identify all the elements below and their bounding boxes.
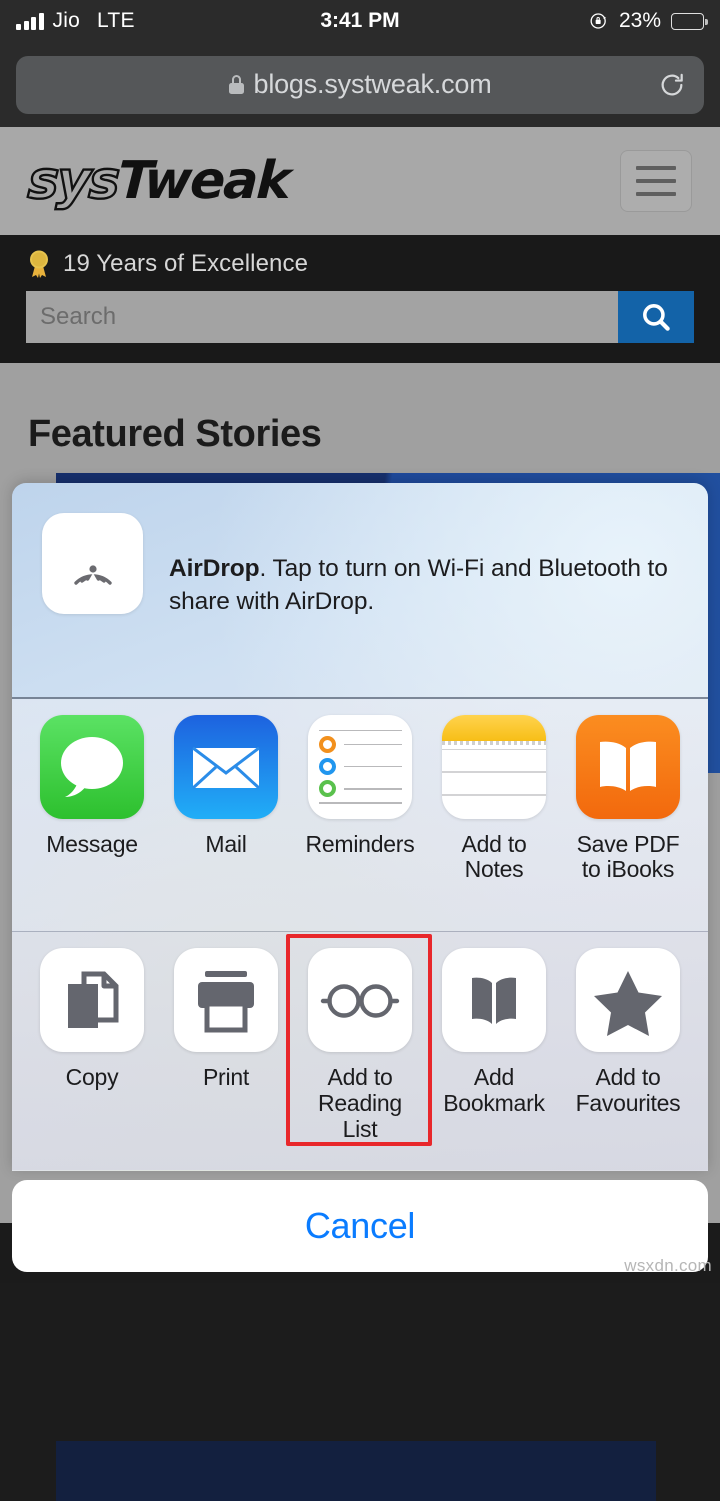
action-label: Add to Favourites	[575, 1064, 681, 1116]
reminders-list	[308, 715, 412, 819]
reminders-line	[319, 735, 402, 753]
glasses-icon-tile	[308, 948, 412, 1052]
speech-bubble-icon	[61, 736, 123, 797]
site-utility-band: 19 Years of Excellence	[0, 235, 720, 363]
printer-icon	[198, 971, 254, 1033]
bookmark-icon-tile	[442, 948, 546, 1052]
hamburger-line	[636, 179, 676, 183]
signal-strength-icon	[16, 12, 44, 30]
share-apps-row: Message Mail Reminders Add to Notes Save…	[12, 698, 708, 931]
site-logo[interactable]: sys Tweak	[25, 150, 291, 212]
share-actions-row: Copy Print Add to Reading List Add Bookm…	[12, 932, 708, 1170]
tagline: 19 Years of Excellence	[26, 235, 694, 279]
browser-toolbar: blogs.systweak.com	[0, 42, 720, 127]
battery-percent-label: 23%	[618, 9, 661, 32]
hamburger-menu-button[interactable]	[620, 150, 692, 212]
divider	[12, 697, 708, 699]
ibooks-icon	[576, 714, 680, 819]
notes-ruled-lines	[442, 748, 546, 817]
action-copy[interactable]: Copy	[30, 948, 154, 1170]
airdrop-title: AirDrop	[169, 555, 260, 582]
star-icon	[594, 971, 662, 1036]
watermark: wsxdn.com	[624, 1256, 712, 1275]
action-add-bookmark[interactable]: Add Bookmark	[432, 948, 556, 1170]
messages-icon	[40, 714, 144, 819]
status-bar-left: Jio LTE	[16, 9, 135, 33]
copy-icon	[68, 971, 119, 1028]
action-label: Add Bookmark	[443, 1064, 545, 1116]
site-search	[26, 291, 694, 343]
open-book-icon	[472, 977, 516, 1024]
action-add-to-favourites[interactable]: Add to Favourites	[566, 948, 690, 1170]
share-target-mail[interactable]: Mail	[164, 714, 288, 931]
share-target-reminders[interactable]: Reminders	[298, 714, 422, 931]
address-bar-content: blogs.systweak.com	[228, 69, 492, 100]
reminders-icon	[308, 714, 412, 819]
airdrop-icon	[73, 564, 112, 587]
share-target-label: Message	[46, 830, 138, 857]
glasses-icon	[320, 984, 400, 1018]
share-target-label: Save PDF to iBooks	[576, 830, 680, 883]
action-label: Print	[202, 1064, 250, 1090]
carrier-label: Jio	[52, 9, 80, 32]
envelope-icon	[191, 746, 261, 789]
reminders-dot-orange	[319, 735, 336, 753]
divider	[12, 930, 708, 932]
featured-story-banner-secondary[interactable]	[56, 1441, 656, 1501]
mail-icon	[174, 714, 278, 819]
copy-icon-tile	[40, 948, 144, 1052]
lock-icon	[228, 75, 244, 94]
address-bar[interactable]: blogs.systweak.com	[16, 55, 704, 114]
printer-icon-tile	[174, 948, 278, 1052]
reminders-dot-green	[319, 780, 336, 798]
reminders-line	[319, 780, 402, 798]
open-book-icon	[600, 741, 656, 791]
hamburger-line	[636, 166, 676, 170]
action-add-to-reading-list[interactable]: Add to Reading List	[286, 934, 432, 1170]
rotation-lock-icon	[590, 13, 607, 29]
reminders-line	[319, 801, 402, 804]
airdrop-icon-tile	[42, 513, 143, 614]
share-target-label: Mail	[205, 830, 247, 857]
search-icon	[643, 304, 670, 331]
network-type-label: LTE	[96, 9, 135, 32]
hamburger-line	[636, 192, 676, 196]
page-title: Featured Stories	[28, 413, 322, 455]
search-input[interactable]	[26, 291, 618, 343]
logo-text-tweak: Tweak	[116, 151, 291, 211]
cancel-button[interactable]: Cancel	[12, 1180, 708, 1272]
action-print[interactable]: Print	[164, 948, 288, 1170]
share-target-label: Reminders	[305, 830, 415, 857]
battery-icon	[671, 12, 708, 30]
notes-header-bar	[442, 714, 546, 741]
share-target-ibooks[interactable]: Save PDF to iBooks	[566, 714, 690, 931]
reminders-line	[319, 729, 402, 732]
share-target-notes[interactable]: Add to Notes	[432, 714, 556, 931]
search-submit-button[interactable]	[618, 291, 694, 343]
notes-icon	[442, 714, 546, 819]
reload-icon[interactable]	[658, 71, 686, 99]
status-bar: Jio LTE 3:41 PM 23%	[0, 0, 720, 42]
action-label: Copy	[65, 1064, 119, 1090]
medal-icon	[30, 250, 48, 278]
site-header: sys Tweak	[0, 127, 720, 235]
reminders-line	[319, 758, 402, 776]
notes-perforation	[442, 740, 546, 745]
star-icon-tile	[576, 948, 680, 1052]
status-bar-right: 23%	[589, 9, 708, 33]
action-label: Add to Reading List	[318, 1064, 402, 1142]
airdrop-description: AirDrop. Tap to turn on Wi-Fi and Blueto…	[169, 513, 682, 618]
url-text: blogs.systweak.com	[253, 69, 492, 99]
tagline-text: 19 Years of Excellence	[63, 250, 309, 277]
share-target-label: Add to Notes	[461, 830, 527, 883]
share-target-message[interactable]: Message	[30, 714, 154, 931]
logo-text-sys: sys	[25, 150, 120, 212]
airdrop-row[interactable]: AirDrop. Tap to turn on Wi-Fi and Blueto…	[12, 483, 708, 697]
reminders-dot-blue	[319, 758, 336, 775]
share-sheet: AirDrop. Tap to turn on Wi-Fi and Blueto…	[12, 483, 708, 1171]
